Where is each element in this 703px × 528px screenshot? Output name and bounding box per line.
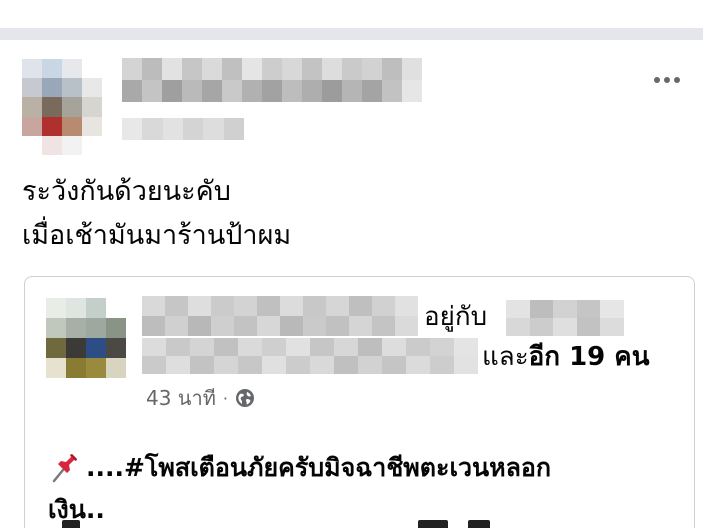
tagged-person-redacted[interactable] — [506, 300, 624, 336]
author-avatar[interactable] — [22, 59, 102, 155]
shared-author-avatar[interactable] — [46, 298, 126, 378]
and-others-text: และอีก 19 คน — [482, 339, 649, 375]
more-dot-icon — [654, 77, 660, 83]
globe-icon — [236, 389, 254, 407]
hashtag-text: ....#โพสเตือนภัยครับมิจฉาชีพตะเวนหลอก — [86, 453, 552, 482]
screenshot: ระวังกันด้วยนะคับ เมื่อเช้ามันมาร้านป้าผ… — [0, 0, 703, 528]
post-body: ระวังกันด้วยนะคับ เมื่อเช้ามันมาร้านป้าผ… — [22, 170, 682, 258]
shared-post-text-line-1: ....#โพสเตือนภัยครับมิจฉาชีพตะเวนหลอก — [48, 450, 551, 486]
meta-separator: · — [222, 388, 228, 408]
feed-separator — [0, 28, 703, 40]
shared-post-meta: 43 นาที · — [146, 383, 255, 413]
and-label: และ — [482, 342, 529, 372]
tagged-people-redacted[interactable] — [142, 338, 478, 374]
with-label: อยู่กับ — [424, 302, 488, 332]
more-dot-icon — [674, 77, 680, 83]
others-count-link[interactable]: อีก 19 คน — [529, 342, 650, 372]
shared-author-name-redacted[interactable] — [142, 296, 418, 336]
post-text-line-2: เมื่อเช้ามันมาร้านป้าผม — [22, 220, 292, 251]
post-text-line-1: ระวังกันด้วยนะคับ — [22, 176, 231, 207]
author-name-redacted[interactable] — [122, 58, 422, 102]
shared-post-text-cut-line — [48, 520, 668, 528]
post-timestamp-redacted[interactable] — [122, 118, 244, 140]
shared-post-time[interactable]: 43 นาที — [146, 382, 216, 414]
more-options-button[interactable] — [644, 62, 690, 98]
more-dot-icon — [664, 77, 670, 83]
pushpin-icon — [52, 454, 77, 483]
